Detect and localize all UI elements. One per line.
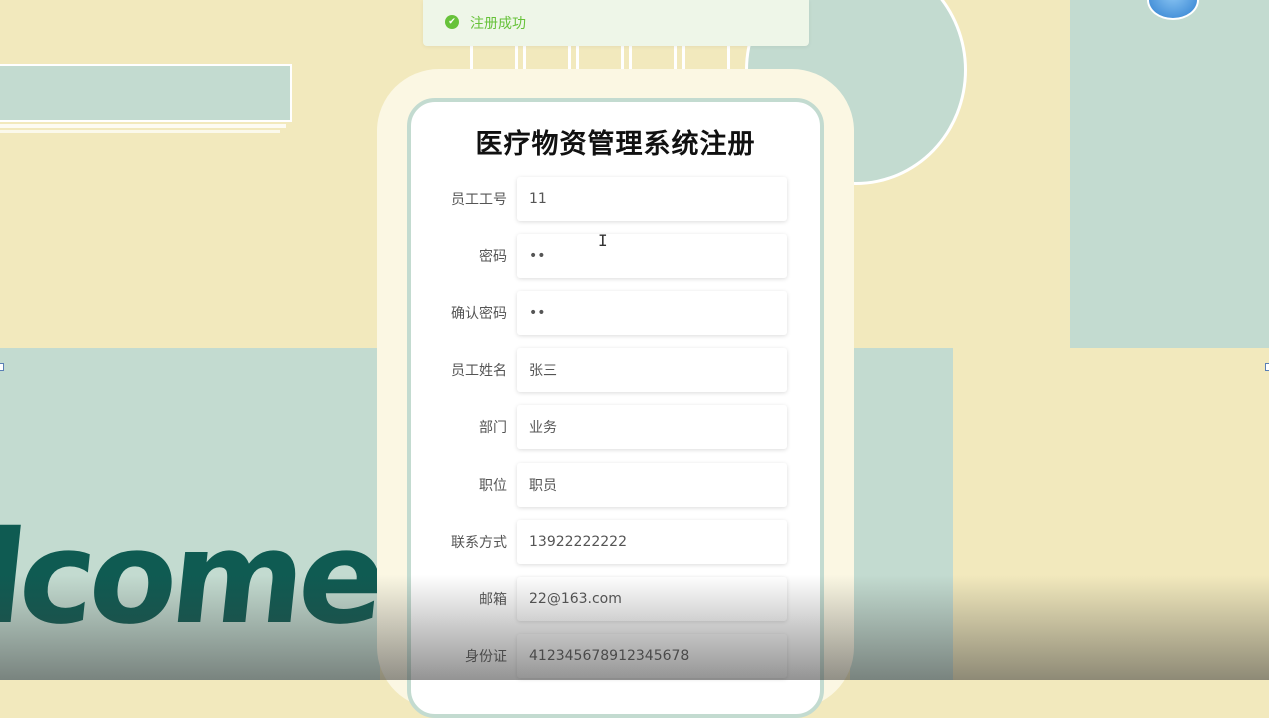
form-row-position: 职位 — [430, 463, 790, 509]
form-row-email: 邮箱 — [430, 577, 790, 623]
decor-block — [850, 348, 953, 680]
form-row-id-card: 身份证 — [430, 634, 790, 680]
resize-handle[interactable] — [1265, 363, 1269, 371]
form-row-phone: 联系方式 — [430, 520, 790, 566]
password-input[interactable] — [517, 234, 787, 278]
decor-fence — [523, 44, 571, 70]
field-label: 邮箱 — [479, 592, 507, 608]
decor-fence — [682, 44, 730, 70]
text-cursor-icon: I — [598, 231, 608, 250]
form-row-name: 员工姓名 — [430, 348, 790, 394]
decor-panel — [0, 64, 292, 122]
resize-handle[interactable] — [0, 363, 4, 371]
employee-id-input[interactable] — [517, 177, 787, 221]
decor-block — [1070, 0, 1269, 348]
field-label: 员工工号 — [451, 192, 507, 208]
field-label: 部门 — [479, 420, 507, 436]
email-input[interactable] — [517, 577, 787, 621]
page-title: 医疗物资管理系统注册 — [475, 129, 756, 160]
field-label: 密码 — [479, 249, 507, 265]
success-toast: ✔ 注册成功 — [423, 0, 809, 46]
position-input[interactable] — [517, 463, 787, 507]
phone-input[interactable] — [517, 520, 787, 564]
form-row-password: 密码 — [430, 234, 790, 280]
confirm-password-input[interactable] — [517, 291, 787, 335]
check-circle-icon: ✔ — [445, 15, 459, 29]
decor-fence — [629, 44, 677, 70]
id-card-input[interactable] — [517, 634, 787, 678]
decor-line — [0, 130, 280, 133]
welcome-text: lcome — [0, 504, 388, 653]
department-input[interactable] — [517, 405, 787, 449]
toast-message: 注册成功 — [470, 16, 526, 32]
form-row-department: 部门 — [430, 405, 790, 451]
decor-fence — [470, 44, 518, 70]
decor-line — [0, 124, 286, 128]
decor-fence — [576, 44, 624, 70]
field-label: 身份证 — [465, 649, 507, 665]
form-row-employee-id: 员工工号 — [430, 177, 790, 223]
employee-name-input[interactable] — [517, 348, 787, 392]
field-label: 员工姓名 — [451, 363, 507, 379]
form-row-confirm-password: 确认密码 — [430, 291, 790, 337]
field-label: 确认密码 — [451, 306, 507, 322]
field-label: 职位 — [479, 478, 507, 494]
field-label: 联系方式 — [451, 535, 507, 551]
